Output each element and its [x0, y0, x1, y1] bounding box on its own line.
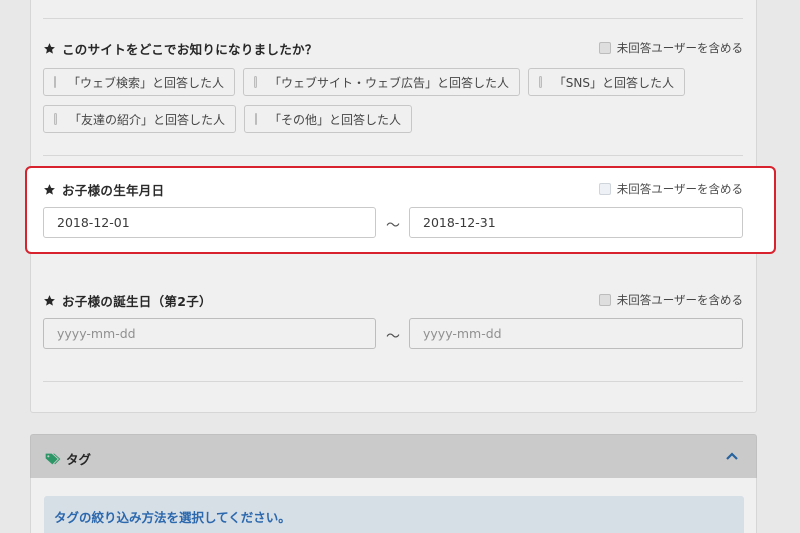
child2-birthday-from-input[interactable]: yyyy-mm-dd — [43, 318, 376, 349]
option-label: 「SNS」と回答した人 — [553, 75, 674, 90]
divider — [43, 381, 743, 382]
star-icon — [44, 43, 55, 54]
input-placeholder: yyyy-mm-dd — [57, 326, 136, 341]
include-unanswered-source[interactable]: 未回答ユーザーを含める — [598, 40, 743, 56]
question-title-text: お子様の誕生日（第2子） — [62, 294, 212, 309]
tag-title-text: タグ — [66, 452, 92, 467]
tag-instruction-text: タグの絞り込み方法を選択してください。 — [54, 510, 291, 525]
checkbox[interactable] — [54, 113, 57, 125]
tag-section-body: タグの絞り込み方法を選択してください。 — [30, 478, 757, 533]
option-other[interactable]: 「その他」と回答した人 — [244, 105, 412, 133]
tag-instruction-box: タグの絞り込み方法を選択してください。 — [44, 496, 744, 533]
option-label: 「ウェブサイト・ウェブ広告」と回答した人 — [268, 75, 509, 90]
option-sns[interactable]: 「SNS」と回答した人 — [528, 68, 685, 96]
option-label: 「友達の紹介」と回答した人 — [68, 112, 225, 127]
tag-section-title: タグ — [45, 449, 91, 468]
option-friend[interactable]: 「友達の紹介」と回答した人 — [43, 105, 236, 133]
focus-highlight-frame — [25, 166, 776, 254]
include-unanswered-child2[interactable]: 未回答ユーザーを含める — [598, 292, 743, 308]
child2-birthday-to-input[interactable]: yyyy-mm-dd — [409, 318, 743, 349]
question-title-text: このサイトをどこでお知りになりましたか？ — [62, 42, 318, 57]
include-unanswered-label: 未回答ユーザーを含める — [616, 41, 743, 55]
question-child2-birthday-title: お子様の誕生日（第2子） — [43, 291, 212, 310]
divider — [43, 155, 743, 156]
option-web-ads[interactable]: 「ウェブサイト・ウェブ広告」と回答した人 — [243, 68, 520, 96]
checkbox[interactable] — [54, 76, 56, 88]
checkbox[interactable] — [598, 294, 611, 306]
divider — [43, 18, 743, 19]
option-label: 「ウェブ検索」と回答した人 — [68, 75, 225, 90]
option-web-search[interactable]: 「ウェブ検索」と回答した人 — [43, 68, 235, 96]
checkbox[interactable] — [539, 76, 542, 88]
question-source-title: このサイトをどこでお知りになりましたか？ — [43, 39, 318, 58]
option-label: 「その他」と回答した人 — [269, 112, 402, 127]
checkbox[interactable] — [255, 113, 257, 125]
include-unanswered-label: 未回答ユーザーを含める — [616, 293, 743, 307]
tag-icon — [45, 453, 61, 464]
chevron-up-icon[interactable] — [726, 451, 738, 461]
range-separator: 〜 — [386, 329, 400, 345]
tag-section-header[interactable]: タグ — [30, 434, 757, 479]
input-placeholder: yyyy-mm-dd — [423, 326, 502, 341]
checkbox[interactable] — [254, 76, 257, 88]
star-icon — [44, 295, 55, 306]
checkbox[interactable] — [598, 42, 611, 54]
